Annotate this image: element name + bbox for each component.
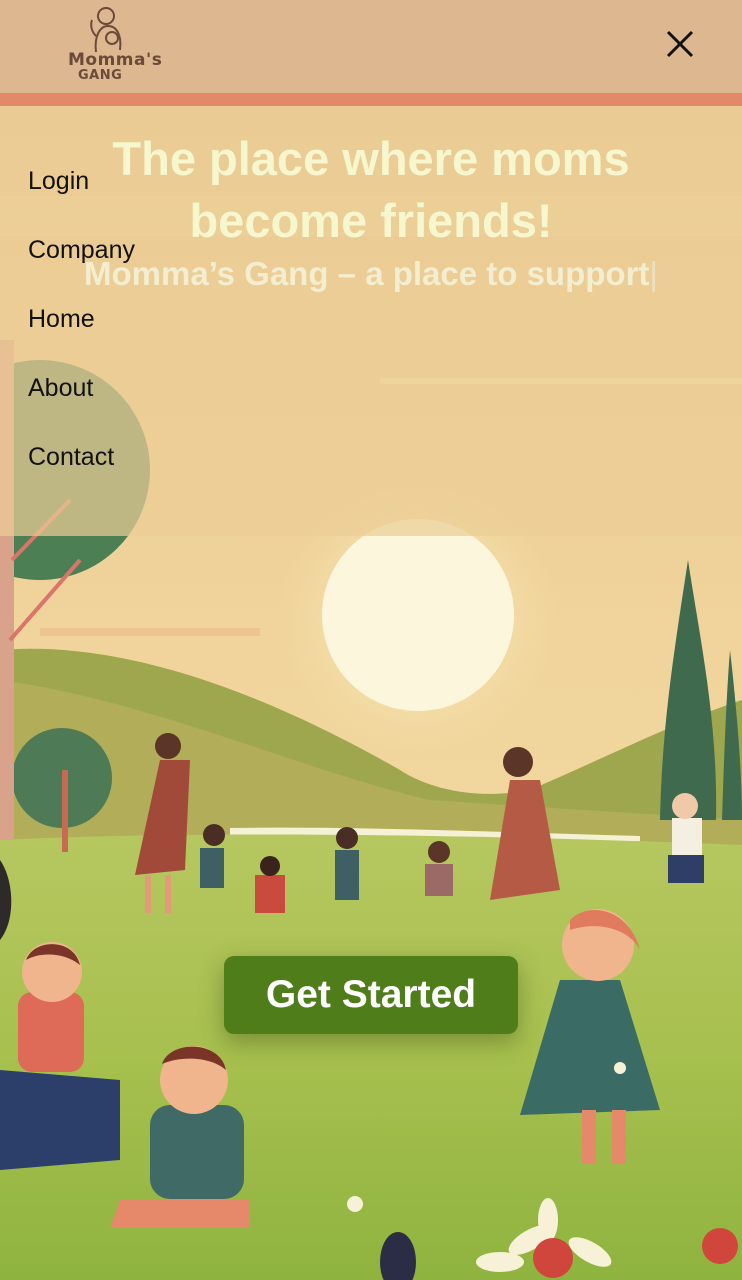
top-header: Momma's GANG bbox=[0, 0, 742, 93]
close-menu-button[interactable] bbox=[660, 26, 700, 66]
logo-text-line2: GANG bbox=[78, 68, 123, 83]
mommas-gang-logo[interactable]: Momma's GANG bbox=[64, 6, 163, 86]
get-started-button[interactable]: Get Started bbox=[224, 956, 518, 1034]
menu-item-contact[interactable]: Contact bbox=[28, 443, 114, 472]
logo-text-line1: Momma's bbox=[68, 50, 163, 70]
header-accent-stripe bbox=[0, 93, 742, 106]
hero-title: The place where moms become friends! bbox=[112, 132, 630, 247]
typing-cursor: | bbox=[649, 255, 658, 292]
menu-item-company[interactable]: Company bbox=[28, 236, 135, 265]
hero-subtitle-text: Momma’s Gang – a place to support bbox=[84, 255, 650, 292]
close-icon bbox=[666, 30, 694, 58]
menu-item-login[interactable]: Login bbox=[28, 167, 89, 196]
menu-item-about[interactable]: About bbox=[28, 374, 93, 403]
mother-child-logo-icon bbox=[90, 7, 122, 53]
menu-item-home[interactable]: Home bbox=[28, 305, 95, 334]
